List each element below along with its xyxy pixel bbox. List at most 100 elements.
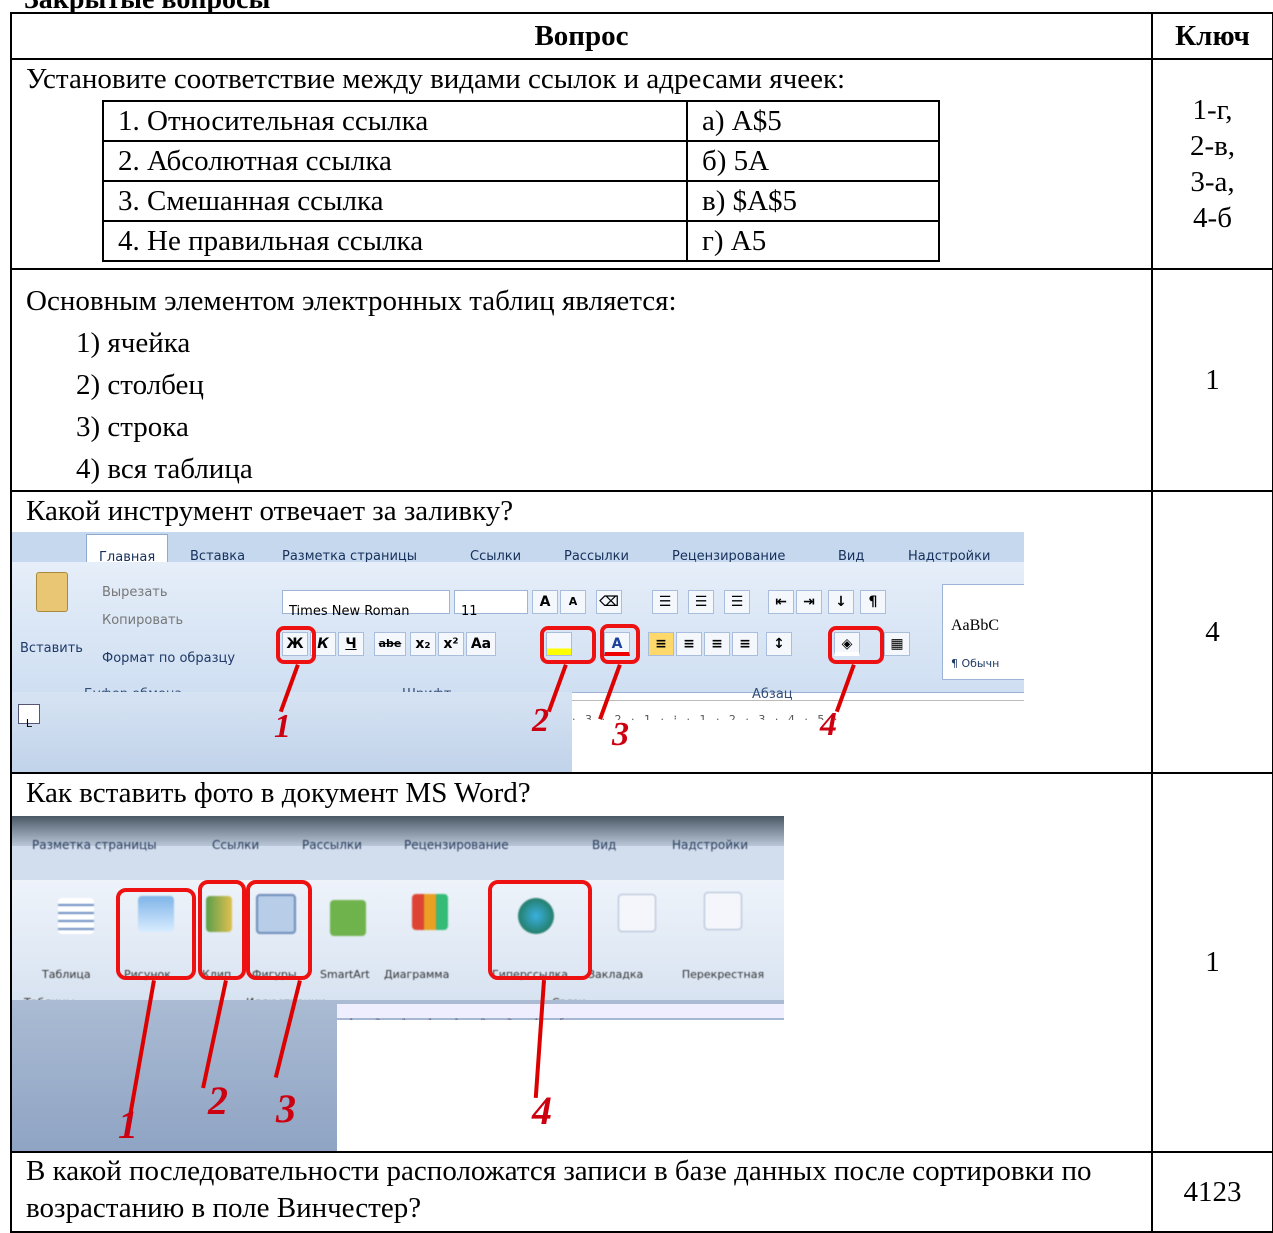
matching-left: 1. Относительная ссылка bbox=[102, 100, 688, 142]
tab-mailings: Рассылки bbox=[302, 838, 362, 852]
bullets-icon: ☰ bbox=[652, 590, 678, 614]
styles-gallery: AaBbC ¶ Обычн bbox=[942, 584, 1024, 680]
style-name: ¶ Обычн bbox=[951, 657, 1000, 670]
paste-label: Вставить bbox=[20, 641, 83, 656]
font-size-box: 11 bbox=[454, 590, 528, 619]
matching-row: 2. Абсолютная ссылка б) 5A bbox=[102, 140, 940, 182]
key-cell: 4 bbox=[1151, 490, 1273, 774]
callout-number: 1 bbox=[118, 1102, 138, 1147]
question-column-header: Вопрос bbox=[10, 12, 1153, 60]
callout-number: 3 bbox=[612, 716, 629, 753]
callout-ring-3 bbox=[246, 880, 312, 980]
borders-icon: ▦ bbox=[884, 632, 910, 656]
clear-format-icon: ⌫ bbox=[596, 590, 622, 614]
tab-references: Ссылки bbox=[212, 838, 260, 852]
underline-button: Ч bbox=[338, 632, 364, 656]
justify-icon: ≡ bbox=[732, 632, 758, 656]
ruler: · 1 · 2 · 1 · 1 · 1 · 2 · 3 · 4 · 5 bbox=[337, 1004, 784, 1028]
key-cell: 1 bbox=[1151, 772, 1273, 1153]
cross-reference-icon bbox=[704, 892, 742, 930]
decrease-indent-icon: ⇤ bbox=[768, 590, 794, 614]
style-sample: AaBbC bbox=[951, 617, 999, 634]
question-cell: В какой последовательности расположатся … bbox=[10, 1151, 1153, 1233]
question-cell: Установите соответствие между видами ссы… bbox=[10, 58, 1153, 270]
key-line: 4-б bbox=[1193, 202, 1232, 234]
key-line: 3-а, bbox=[1190, 166, 1235, 198]
option-item: 4) вся таблица bbox=[76, 453, 253, 485]
table-row: В какой последовательности расположатся … bbox=[10, 1151, 1273, 1233]
button-label: Диаграмма bbox=[384, 968, 450, 981]
option-item: 2) столбец bbox=[76, 369, 204, 401]
table-icon bbox=[58, 898, 94, 934]
key-cell: 1 bbox=[1151, 268, 1273, 492]
callout-ring-4 bbox=[488, 880, 592, 980]
shrink-font-icon: A bbox=[560, 590, 586, 614]
word-ribbon-screenshot: Главная Вставка Разметка страницы Ссылки… bbox=[12, 532, 1024, 772]
matching-table: 1. Относительная ссылка а) A$5 2. Абсолют… bbox=[102, 100, 940, 262]
matching-left: 4. Не правильная ссылка bbox=[102, 220, 688, 262]
key-cell: 4123 bbox=[1151, 1151, 1273, 1233]
key-cell: 1-г, 2-в, 3-а, 4-б bbox=[1151, 58, 1273, 270]
table-row: Как вставить фото в документ MS Word? Ра… bbox=[10, 772, 1273, 1153]
numbering-icon: ☰ bbox=[688, 590, 714, 614]
strikethrough-button: abe bbox=[374, 632, 406, 656]
question-cell: Основным элементом электронных таблиц яв… bbox=[10, 268, 1153, 492]
table-row: Основным элементом электронных таблиц яв… bbox=[10, 268, 1273, 492]
matching-right: а) A$5 bbox=[686, 100, 940, 142]
word-insert-ribbon-photo: Разметка страницы Ссылки Рассылки Реценз… bbox=[12, 816, 784, 1151]
tab-layout: Разметка страницы bbox=[32, 838, 157, 852]
bookmark-icon bbox=[618, 894, 656, 932]
table-row: Какой инструмент отвечает за заливку? Гл… bbox=[10, 490, 1273, 774]
key-column-header: Ключ bbox=[1151, 12, 1273, 60]
page-area bbox=[572, 720, 1024, 772]
callout-ring-3 bbox=[600, 624, 640, 664]
question-text: Какой инструмент отвечает за заливку? bbox=[26, 495, 514, 527]
key-line: 1-г, bbox=[1192, 94, 1233, 126]
matching-left: 3. Смешанная ссылка bbox=[102, 180, 688, 222]
subscript-button: x₂ bbox=[410, 632, 436, 656]
font-name-box: Times New Roman bbox=[282, 590, 450, 619]
gray-area bbox=[12, 692, 572, 772]
callout-number: 4 bbox=[532, 1088, 552, 1133]
grow-font-icon: A bbox=[532, 590, 558, 614]
paste-icon bbox=[36, 572, 68, 612]
smartart-icon bbox=[330, 900, 366, 936]
matching-right: в) $A$5 bbox=[686, 180, 940, 222]
matching-row: 4. Не правильная ссылка г) A5 bbox=[102, 220, 940, 262]
table-row: Установите соответствие между видами ссы… bbox=[10, 58, 1273, 270]
multilevel-icon: ☰ bbox=[724, 590, 750, 614]
align-right-icon: ≡ bbox=[704, 632, 730, 656]
align-left-icon: ≡ bbox=[648, 632, 674, 656]
line-spacing-icon: ↕ bbox=[766, 632, 792, 656]
matching-row: 3. Смешанная ссылка в) $A$5 bbox=[102, 180, 940, 222]
question-text: Установите соответствие между видами ссы… bbox=[26, 63, 846, 95]
matching-row: 1. Относительная ссылка а) A$5 bbox=[102, 100, 940, 142]
questions-table: Вопрос Ключ Установите соответствие межд… bbox=[10, 12, 1273, 1233]
matching-left: 2. Абсолютная ссылка bbox=[102, 140, 688, 182]
increase-indent-icon: ⇥ bbox=[796, 590, 822, 614]
callout-ring-2 bbox=[198, 880, 246, 980]
matching-right: б) 5A bbox=[686, 140, 940, 182]
callout-ring-1 bbox=[116, 888, 196, 980]
option-item: 3) строка bbox=[76, 411, 189, 443]
question-text: Основным элементом электронных таблиц яв… bbox=[26, 285, 677, 317]
callout-number: 3 bbox=[276, 1086, 296, 1131]
tab-review: Рецензирование bbox=[404, 838, 509, 852]
ruler-tab-icon: L bbox=[18, 704, 40, 730]
option-item: 1) ячейка bbox=[76, 327, 191, 359]
question-cell: Какой инструмент отвечает за заливку? Гл… bbox=[10, 490, 1153, 774]
key-line: 2-в, bbox=[1189, 130, 1236, 162]
tab-view: Вид bbox=[592, 838, 617, 852]
ruler: · 3 · 2 · 1 · ⁞ · 1 · 2 · 3 · 4 · 5 · bbox=[572, 700, 1024, 726]
callout-ring-1 bbox=[276, 626, 316, 664]
tab-addins: Надстройки bbox=[672, 838, 749, 852]
callout-number: 2 bbox=[532, 702, 549, 739]
superscript-button: x² bbox=[438, 632, 464, 656]
callout-number: 2 bbox=[208, 1078, 228, 1123]
pilcrow-icon: ¶ bbox=[860, 590, 886, 614]
change-case-button: Aa bbox=[466, 632, 496, 656]
callout-ring-2 bbox=[540, 626, 596, 664]
callout-number: 4 bbox=[820, 706, 837, 743]
matching-right: г) A5 bbox=[686, 220, 940, 262]
question-text: Как вставить фото в документ MS Word? bbox=[26, 777, 531, 809]
